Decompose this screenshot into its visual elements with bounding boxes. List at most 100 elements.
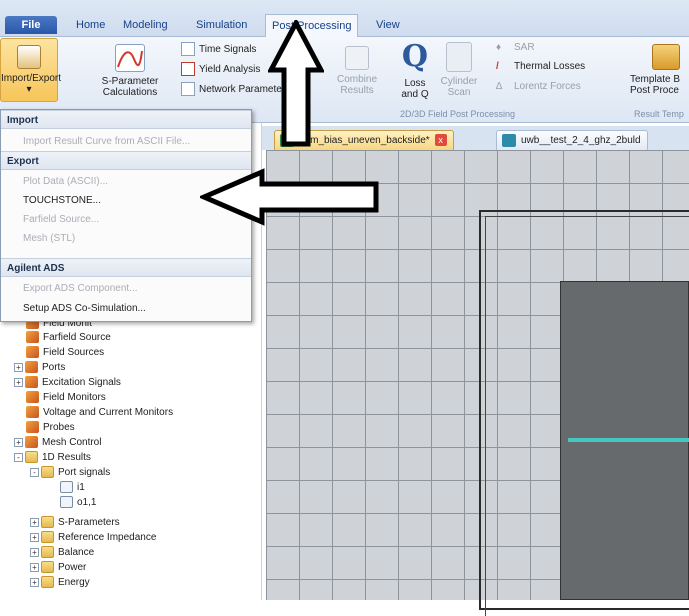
folder-icon [41,466,54,479]
menu-item-export-ads[interactable]: Export ADS Component... [23,280,138,297]
tree-label: Field Sources [43,347,105,358]
tab-view[interactable]: View [370,14,406,37]
expand-icon[interactable]: + [30,532,39,542]
document-tab-2-label: uwb__test_2_4_ghz_2buld [521,135,641,146]
folder-orange-icon [26,331,39,344]
tree-item-voltage-current-monitors[interactable]: Voltage and Current Monitors [26,405,173,420]
tree-item-field-monitors[interactable]: Field Monitors [26,390,106,405]
signal-curve-icon [60,481,73,494]
expand-icon[interactable]: + [30,547,39,557]
menu-item-plot-data[interactable]: Plot Data (ASCII)... [23,173,108,190]
expand-icon[interactable]: + [14,437,23,447]
annotation-left-arrow [200,168,379,226]
loss-label-2: and Q [401,89,429,100]
tree-item-excitation-signals[interactable]: + Excitation Signals [14,375,121,390]
tree-item-power[interactable]: + Power [30,560,86,575]
folder-orange-icon [26,391,39,404]
time-signals-label: Time Signals [199,44,257,55]
combine-results-icon [345,46,369,70]
sar-icon: ♦ [496,42,502,54]
expand-icon[interactable]: + [14,362,23,372]
tree-item-port-signals[interactable]: - Port signals [30,465,110,480]
folder-orange-icon [26,406,39,419]
collapse-icon[interactable]: - [30,467,39,477]
yield-analysis-button[interactable]: Yield Analysis [181,62,260,78]
import-export-icon [17,45,41,69]
menu-item-farfield-source[interactable]: Farfield Source... [23,211,99,228]
time-signals-button[interactable]: Time Signals [181,42,256,58]
document-tab-2[interactable]: uwb__test_2_4_ghz_2buld [496,130,648,150]
menu-item-import-ascii[interactable]: Import Result Curve from ASCII File... [23,133,190,150]
tree-item-farfield-source[interactable]: Farfield Source [26,330,111,345]
collapse-icon[interactable]: - [14,452,23,462]
tree-item-o11[interactable]: o1,1 [60,495,96,510]
template-label-2: Post Proce [630,85,679,96]
menu-item-mesh-stl[interactable]: Mesh (STL) [23,230,75,247]
combine-results-button[interactable]: Combine Results [334,46,380,96]
tree-label: Reference Impedance [58,532,157,543]
group-label-2d3d: 2D/3D Field Post Processing [400,109,516,119]
tab-file[interactable]: File [5,16,57,34]
tree-label: Power [58,562,87,573]
loss-and-q-button[interactable]: Q Loss and Q [398,42,432,101]
tree-item-probes[interactable]: Probes [26,420,75,435]
tree-item-ports[interactable]: + Ports [14,360,65,375]
cylinder-label-2: Scan [447,87,471,98]
folder-icon [41,576,54,589]
import-export-label: Import/Export [1,73,62,84]
tree-item-energy[interactable]: + Energy [30,575,90,590]
folder-orange-icon [25,361,38,374]
tree-label: 1D Results [42,452,91,463]
tree-label: Ports [42,362,66,373]
tree-item-field-sources[interactable]: Field Sources [26,345,104,360]
thermal-losses-button[interactable]: / Thermal Losses [496,59,585,75]
network-parameters-icon [181,82,195,97]
tree-item-mesh-control[interactable]: + Mesh Control [14,435,101,450]
tab-modeling[interactable]: Modeling [117,14,174,37]
expand-icon[interactable]: + [14,377,23,387]
tree-item-s-parameters[interactable]: + S-Parameters [30,515,120,530]
tree-label: Balance [58,547,95,558]
folder-icon [41,531,54,544]
lorentz-forces-icon: ∆ [496,81,503,93]
close-icon[interactable]: x [434,134,447,147]
sar-button[interactable]: ♦ SAR [496,40,535,56]
tree-label: Excitation Signals [42,377,121,388]
sparameter-calculations-button[interactable]: S-Parameter Calculations [100,44,160,98]
document-tab-bar: ohm_bias_uneven_backside* x uwb__test_2_4… [262,126,689,150]
combine-label-2: Results [340,85,374,96]
import-export-button[interactable]: Import/Export ▾ [0,38,62,102]
lorentz-forces-button[interactable]: ∆ Lorentz Forces [496,79,581,95]
tab-home[interactable]: Home [70,14,111,37]
template-postprocessing-icon [652,44,680,70]
expand-icon[interactable]: + [30,562,39,572]
menu-item-touchstone[interactable]: TOUCHSTONE... [23,192,101,209]
template-based-postprocessing-button[interactable]: Template B Post Proce [630,44,689,96]
feed-line [568,438,689,442]
time-signals-icon [181,42,195,57]
folder-orange-icon [25,376,38,389]
import-export-caret: ▾ [26,84,32,95]
folder-icon [41,516,54,529]
group-label-result-templates: Result Temp [634,109,684,119]
expand-icon[interactable]: + [30,517,39,527]
cst-document-icon [502,134,516,147]
folder-icon [25,451,38,464]
tree-label: Port signals [58,467,111,478]
menu-item-setup-ads[interactable]: Setup ADS Co-Simulation... [23,300,146,317]
tree-label: Voltage and Current Monitors [43,407,174,418]
thermal-losses-label: Thermal Losses [514,61,586,72]
expand-icon[interactable]: + [30,577,39,587]
cylinder-scan-button[interactable]: Cylinder Scan [438,42,480,98]
tree-item-1d-results[interactable]: - 1D Results [14,450,91,465]
sparameter-label-1: S-Parameter [101,76,159,87]
tree-item-balance[interactable]: + Balance [30,545,94,560]
tree-label: Farfield Source [43,332,111,343]
tree-item-reference-impedance[interactable]: + Reference Impedance [30,530,156,545]
tree-item-i1[interactable]: i1 [60,480,85,495]
sar-label: SAR [514,42,535,53]
cylinder-scan-icon [446,42,472,72]
tab-simulation[interactable]: Simulation [190,14,253,37]
folder-orange-icon [26,421,39,434]
annotation-up-arrow [268,20,324,147]
